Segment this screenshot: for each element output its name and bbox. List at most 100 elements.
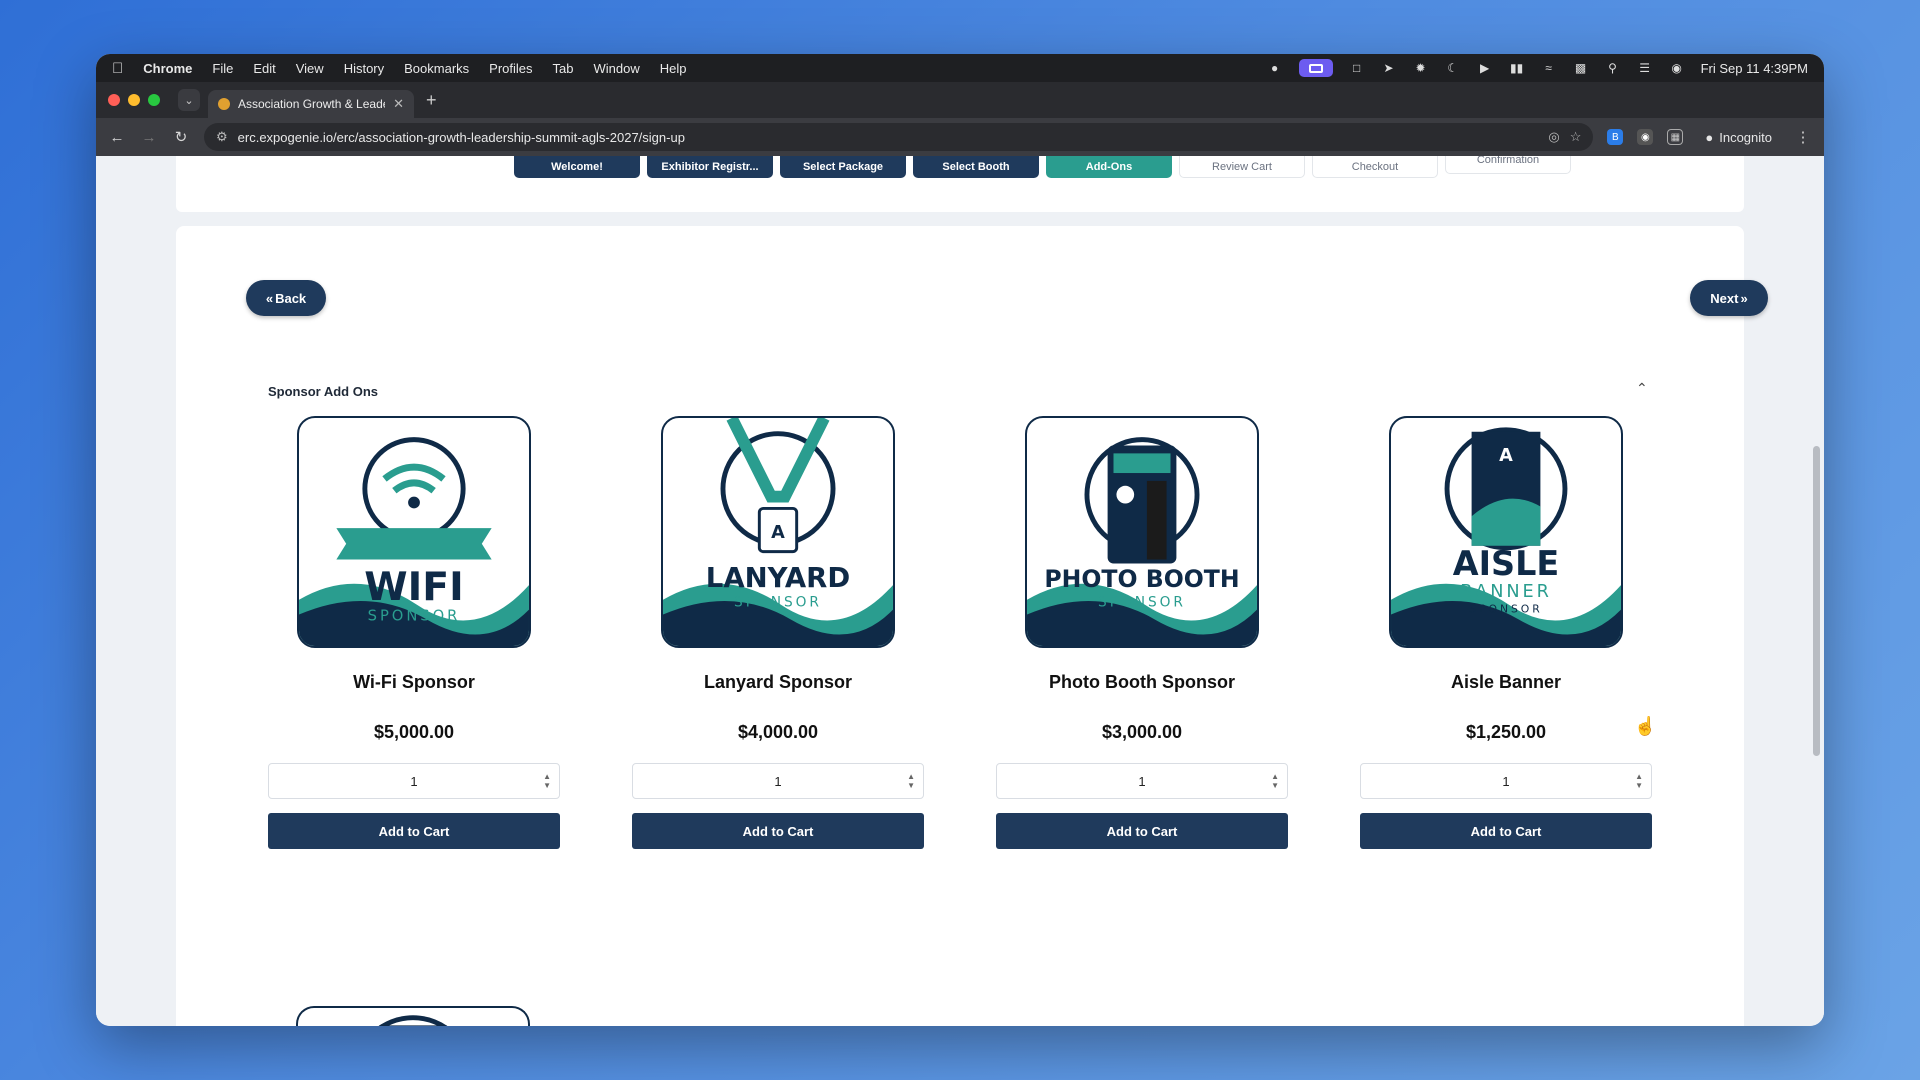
double-chevron-right-icon: »	[1740, 290, 1748, 306]
step-checkout[interactable]: Checkout	[1312, 156, 1438, 178]
wifi-sponsor-image: WIFI SPONSOR	[297, 416, 531, 648]
quantity-value[interactable]: 1	[774, 774, 781, 789]
tab-search-icon[interactable]: ⌄	[178, 89, 200, 111]
logo-subtext: SPONSOR	[1098, 595, 1186, 611]
quantity-value[interactable]: 1	[1502, 774, 1509, 789]
search-icon[interactable]: ⚲	[1605, 62, 1621, 74]
url-text[interactable]: erc.expogenie.io/erc/association-growth-…	[238, 130, 1539, 145]
zoom-window-button[interactable]	[148, 94, 160, 106]
stats-icon[interactable]: ▩	[1573, 62, 1589, 74]
step-confirmation[interactable]: Confirmation	[1445, 156, 1571, 174]
product-name: Aisle Banner	[1450, 672, 1562, 692]
menu-app-name[interactable]: Chrome	[143, 61, 192, 76]
step-add-ons[interactable]: Add-Ons	[1046, 156, 1172, 178]
screenshot-icon[interactable]: □	[1349, 62, 1365, 74]
brightness-icon[interactable]: ✹	[1413, 62, 1429, 74]
new-tab-icon[interactable]: +	[426, 90, 437, 111]
step-select-booth[interactable]: Select Booth	[913, 156, 1039, 178]
next-button[interactable]: Next »	[1690, 280, 1768, 316]
control-center-icon[interactable]: ☰	[1637, 62, 1653, 74]
siri-icon[interactable]: ◉	[1669, 62, 1685, 74]
logo-text: PHOTO BOOTH	[1044, 565, 1239, 593]
logo-text: AISLE	[1453, 544, 1559, 583]
add-to-cart-button[interactable]: Add to Cart	[996, 813, 1288, 849]
logo-text: LANYARD	[706, 562, 850, 594]
chevron-up-icon[interactable]: ⌃	[1636, 380, 1648, 397]
browser-window:  Chrome File Edit View History Bookmark…	[96, 54, 1824, 1026]
photo-booth-sponsor-image: PHOTO BOOTH SPONSOR	[1025, 416, 1259, 648]
product-name: Lanyard Sponsor	[703, 672, 853, 692]
back-arrow-icon[interactable]: ←	[108, 129, 126, 146]
logo-subtext: SPONSOR	[734, 595, 822, 611]
location-icon[interactable]: ➤	[1381, 62, 1397, 74]
svg-text:A: A	[771, 523, 785, 543]
double-chevron-left-icon: «	[265, 290, 274, 306]
quantity-stepper[interactable]: 1 ▲ ▼	[268, 763, 560, 799]
page-viewport: Welcome! Exhibitor Registr... Select Pac…	[96, 156, 1824, 1026]
forward-arrow-icon[interactable]: →	[140, 129, 158, 146]
spinner-icon[interactable]: ▲ ▼	[1635, 772, 1643, 790]
spinner-icon[interactable]: ▲ ▼	[543, 772, 551, 790]
menu-window[interactable]: Window	[594, 61, 640, 76]
step-select-package[interactable]: Select Package	[780, 156, 906, 178]
moon-icon[interactable]: ☾	[1445, 62, 1461, 74]
page-scrollbar[interactable]	[1813, 446, 1820, 756]
step-exhibitor-registration[interactable]: Exhibitor Registr...	[647, 156, 773, 178]
wifi-icon[interactable]: ≈	[1541, 62, 1557, 74]
extension-shield-icon[interactable]: ◉	[1637, 129, 1654, 145]
logo-subtext-2: SPONSOR	[1469, 603, 1542, 616]
eye-off-icon[interactable]: ◎	[1548, 129, 1559, 145]
site-info-icon[interactable]: ⚙	[216, 129, 228, 145]
menu-profiles[interactable]: Profiles	[489, 61, 532, 76]
logo-text: WIFI	[364, 565, 463, 610]
menubar-clock[interactable]: Fri Sep 11 4:39PM	[1701, 61, 1808, 76]
product-card: A AISLE BANNER SPONSOR Aisle Banner $1,2…	[1360, 416, 1652, 849]
add-to-cart-button[interactable]: Add to Cart	[1360, 813, 1652, 849]
product-card: A LANYARD SPONSOR Lanyard Sponsor $4,000…	[632, 416, 924, 849]
screen-share-icon[interactable]	[1298, 59, 1333, 77]
extensions-puzzle-icon[interactable]: ▦	[1667, 129, 1684, 145]
quantity-stepper[interactable]: 1 ▲ ▼	[632, 763, 924, 799]
spinner-icon[interactable]: ▲ ▼	[1271, 772, 1279, 790]
tab-title: Association Growth & Leader:	[238, 97, 386, 111]
extension-icon[interactable]: B	[1607, 129, 1624, 145]
step-navigation: Welcome! Exhibitor Registr... Select Pac…	[514, 156, 1571, 178]
menu-view[interactable]: View	[296, 61, 324, 76]
tab-strip: ⌄ Association Growth & Leader: ✕ +	[96, 82, 1824, 118]
quantity-value[interactable]: 1	[410, 774, 417, 789]
spinner-icon[interactable]: ▲ ▼	[907, 772, 915, 790]
product-name: Photo Booth Sponsor	[1049, 672, 1235, 692]
menu-bookmarks[interactable]: Bookmarks	[404, 61, 469, 76]
quantity-stepper[interactable]: 1 ▲ ▼	[996, 763, 1288, 799]
minimize-window-button[interactable]	[128, 94, 140, 106]
reload-icon[interactable]: ↻	[172, 128, 190, 146]
step-welcome[interactable]: Welcome!	[514, 156, 640, 178]
menu-file[interactable]: File	[212, 61, 233, 76]
more-menu-icon[interactable]: ⋮	[1794, 128, 1812, 146]
quantity-value[interactable]: 1	[1138, 774, 1145, 789]
menu-tab[interactable]: Tab	[553, 61, 574, 76]
active-tab[interactable]: Association Growth & Leader: ✕	[208, 90, 414, 118]
play-icon[interactable]: ▶	[1477, 62, 1493, 74]
address-bar[interactable]: ⚙ erc.expogenie.io/erc/association-growt…	[204, 123, 1594, 151]
incognito-indicator[interactable]: ● Incognito	[1697, 130, 1780, 145]
logo-subtext: BANNER	[1460, 582, 1552, 602]
back-button[interactable]: « Back	[246, 280, 326, 316]
incognito-icon: ●	[1705, 129, 1714, 145]
add-to-cart-button[interactable]: Add to Cart	[268, 813, 560, 849]
menu-history[interactable]: History	[344, 61, 384, 76]
back-button-label: Back	[275, 290, 307, 306]
step-review-cart[interactable]: Review Cart	[1179, 156, 1305, 178]
battery-icon[interactable]: ▮▮	[1509, 62, 1525, 74]
close-window-button[interactable]	[108, 94, 120, 106]
add-to-cart-button[interactable]: Add to Cart	[632, 813, 924, 849]
apple-icon[interactable]: 	[112, 60, 123, 77]
menu-edit[interactable]: Edit	[253, 61, 275, 76]
steps-card: Welcome! Exhibitor Registr... Select Pac…	[176, 156, 1744, 212]
bookmark-star-icon[interactable]: ☆	[1570, 129, 1582, 145]
mic-icon[interactable]: ●	[1267, 62, 1283, 74]
quantity-stepper[interactable]: 1 ▲ ▼	[1360, 763, 1652, 799]
close-tab-icon[interactable]: ✕	[393, 96, 404, 112]
menu-help[interactable]: Help	[660, 61, 687, 76]
product-price: $5,000.00	[373, 722, 455, 742]
